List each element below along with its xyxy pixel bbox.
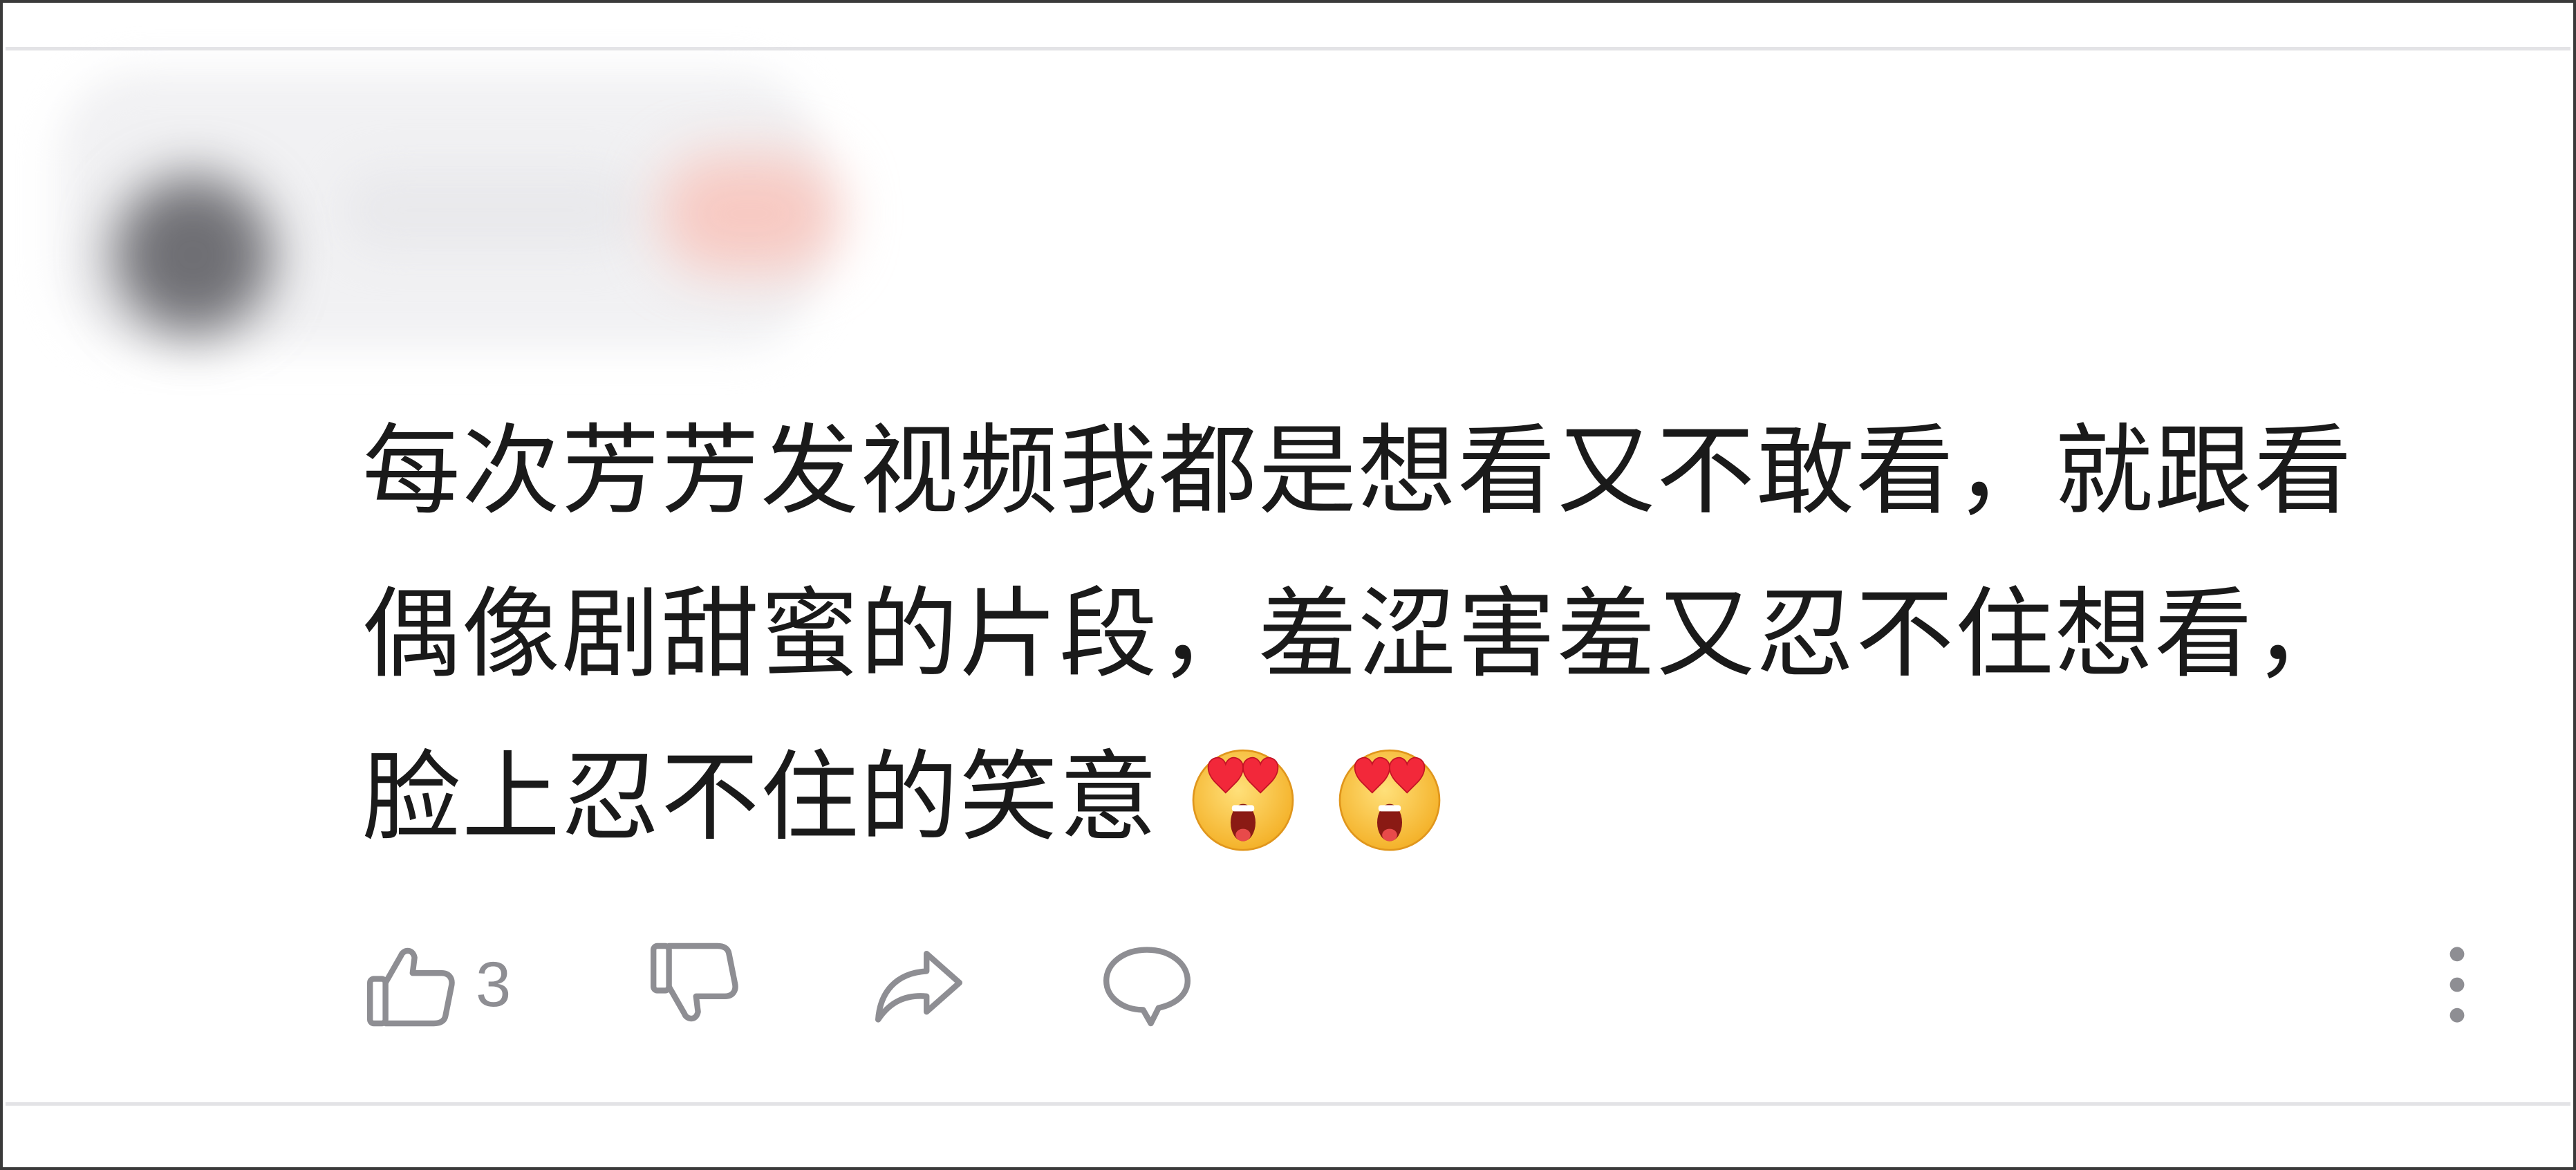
reply-icon — [1103, 947, 1191, 1027]
comment-body: 每次芳芳发视频我都是想看又不敢看，就跟看偶像剧甜蜜的片段，羞涩害羞又忍不住想看，… — [362, 390, 2450, 880]
top-divider — [6, 47, 2570, 50]
thumbs-up-icon — [367, 947, 455, 1027]
comment-actions: 3 — [362, 929, 2505, 1040]
username-blurred[interactable] — [342, 169, 639, 252]
share-icon — [875, 951, 962, 1023]
bottom-divider — [6, 1102, 2570, 1106]
like-button[interactable]: 3 — [362, 929, 511, 1040]
like-count: 3 — [476, 949, 512, 1020]
avatar[interactable] — [113, 176, 272, 335]
more-options-button[interactable] — [2443, 929, 2471, 1040]
heart-eyes-screaming-emoji — [1192, 749, 1294, 851]
user-header-blurred — [51, 51, 936, 376]
share-button[interactable] — [867, 929, 971, 1040]
user-badge-blurred — [660, 155, 839, 272]
heart-eyes-screaming-emoji — [1338, 749, 1441, 851]
thumbs-down-icon — [651, 943, 738, 1022]
comment-card: 每次芳芳发视频我都是想看又不敢看，就跟看偶像剧甜蜜的片段，羞涩害羞又忍不住想看，… — [0, 0, 2576, 1170]
reply-button[interactable] — [1095, 929, 1199, 1040]
more-vertical-icon — [2449, 947, 2465, 1023]
dislike-button[interactable] — [646, 929, 743, 1040]
